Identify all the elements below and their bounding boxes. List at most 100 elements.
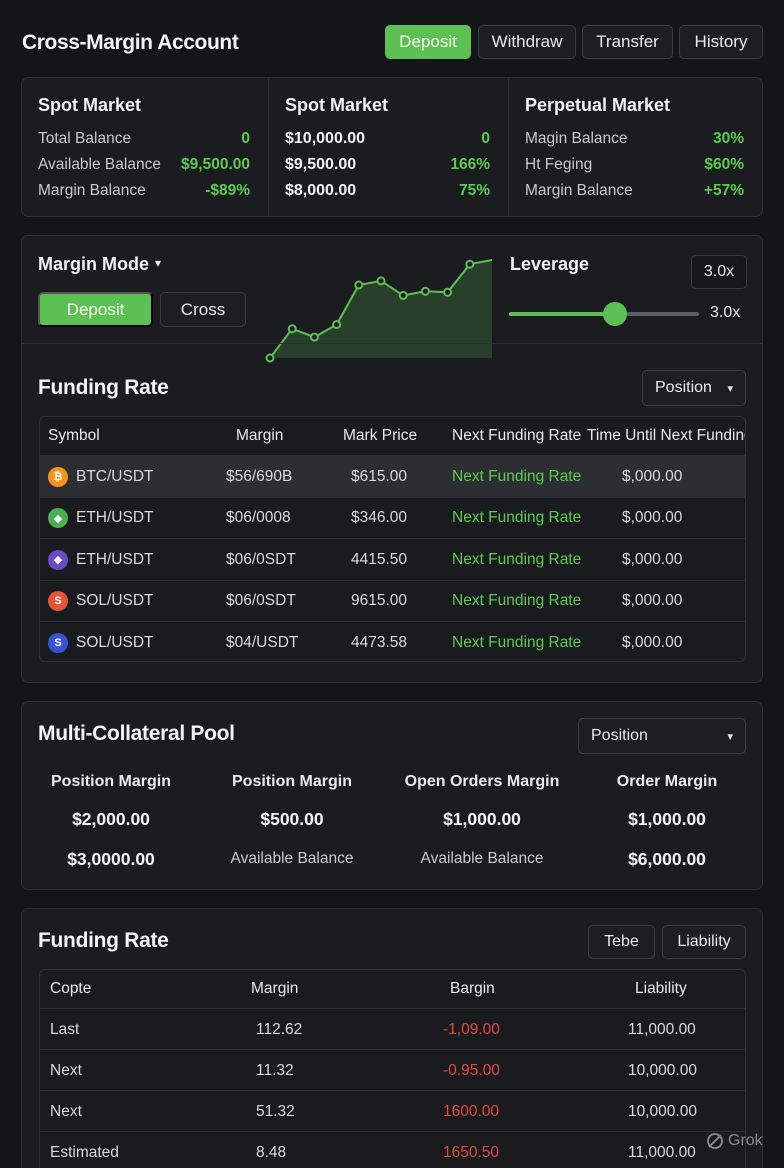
margin-cell: 112.62 (256, 1020, 303, 1038)
row-value: 30% (712, 130, 744, 147)
table-row[interactable]: ◆ ETH/USDT $06/0SDT 4415.50 Next Funding Rat… (40, 538, 745, 580)
row-value: $9,500.00 (181, 156, 250, 173)
grok-watermark: Grok (706, 1132, 763, 1150)
perpetual-market-column: Perpetual Market Magin Balance 30% Ht Feg… (508, 78, 762, 216)
pool-title: Multi-Collateral Pool (38, 722, 235, 745)
header-time-until-next-funding[interactable]: Time Until Next Funding (587, 417, 745, 455)
symbol-cell: ◆ ETH/USDT (48, 539, 154, 580)
leverage-value: 3.0x (710, 304, 741, 321)
pool-metric-label: Order Margin (616, 773, 718, 790)
transfer-button[interactable]: Transfer (582, 25, 673, 59)
table-header: Copte Margin Bargin Liability (40, 970, 745, 1008)
copte-cell: Estimated (50, 1143, 119, 1161)
row-label: Margin Balance (525, 182, 633, 199)
margin-mode-dropdown[interactable]: Margin Mode (38, 254, 149, 275)
liability-button[interactable]: Liability (662, 925, 746, 959)
time-until-funding-cell: $,000.00 (622, 550, 683, 568)
symbol-cell: S SOL/USDT (48, 581, 154, 622)
leverage-slider-fill (509, 312, 616, 316)
pool-metric-label: Position Margin (51, 773, 171, 790)
table-row[interactable]: ₿ BTC/USDT $56/690B $615.00 Next Funding Rat… (40, 455, 745, 497)
margin-deposit-button[interactable]: Deposit (38, 292, 153, 327)
column-title: Spot Market (38, 95, 142, 115)
pool-metric-sub: Available Balance (230, 850, 354, 867)
table-row[interactable]: S SOL/USDT $06/0SDT 9615.00 Next Funding Rat… (40, 579, 745, 622)
leverage-input[interactable]: 3.0x (691, 255, 747, 289)
leverage-slider-thumb[interactable] (603, 302, 628, 326)
ethereum-icon: ◆ (48, 549, 68, 570)
sparkline-point (376, 276, 386, 286)
margin-cell: $06/0SDT (226, 592, 296, 609)
sparkline-point (332, 320, 342, 330)
mark-price-cell: 9615.00 (351, 592, 408, 609)
symbol-text: ETH/USDT (76, 509, 154, 526)
liability-table: Copte Margin Bargin Liability Last 112.62… (39, 969, 746, 1168)
header-liability[interactable]: Liability (635, 970, 687, 1008)
next-funding-rate-cell: Next Funding Rate (452, 550, 582, 568)
sparkline-point (265, 353, 275, 363)
spot-market-column: Spot Market $10,000.00 0 $9,500.00 166% $8… (268, 78, 508, 216)
header-bargin[interactable]: Bargin (450, 970, 495, 1008)
multi-collateral-pool-card: Multi-Collateral Pool Position ▾ Positio… (21, 701, 763, 890)
margin-sparkline (265, 259, 493, 363)
pool-position-dropdown[interactable]: Position ▾ (578, 718, 746, 754)
liability-cell: 11,000.00 (628, 1020, 696, 1038)
funding-liability-card: Funding Rate Tebe Liability Copte Margin… (21, 908, 763, 1168)
symbol-cell: ◆ ETH/USDT (48, 498, 154, 539)
next-funding-rate-cell: Next Funding Rate (452, 509, 582, 526)
position-dropdown[interactable]: Position ▾ (642, 370, 746, 406)
symbol-text: BTC/USDT (76, 467, 154, 485)
divider (22, 343, 762, 344)
history-button[interactable]: History (679, 25, 763, 59)
pool-metric-sub: $6,000.00 (628, 849, 706, 869)
table-row[interactable]: Estimated 8.48 1650.50 11,000.00 (40, 1131, 745, 1168)
header-margin[interactable]: Margin (236, 417, 283, 455)
copte-cell: Next (50, 1061, 82, 1079)
sparkline-point (465, 259, 475, 269)
header-mark-price[interactable]: Mark Price (343, 417, 417, 455)
pool-metric-value: $1,000.00 (443, 809, 521, 829)
header-copte[interactable]: Copte (50, 970, 91, 1008)
header-next-funding-rate[interactable]: Next Funding Rate (452, 417, 581, 455)
row-label: Total Balance (38, 130, 132, 147)
pool-metric-label: Position Margin (232, 773, 352, 790)
table-row[interactable]: S SOL/USDT $04/USDT 4473.58 Next Funding Rat… (40, 621, 745, 661)
deposit-button[interactable]: Deposit (385, 25, 471, 59)
sparkline-point (354, 280, 364, 290)
margin-cell: $04/USDT (226, 633, 299, 651)
row-label: Available Balance (38, 156, 161, 173)
header-margin[interactable]: Margin (251, 970, 298, 1008)
margin-funding-card: Margin Mode ▾ Deposit Cross Leverage 3.0… (21, 235, 763, 683)
ethereum-icon: ◆ (48, 508, 68, 528)
header-symbol[interactable]: Symbol (48, 417, 100, 455)
time-until-funding-cell: $,000.00 (622, 509, 683, 526)
cross-margin-button[interactable]: Cross (160, 292, 246, 327)
table-row[interactable]: Last 112.62 -1,09.00 11,000.00 (40, 1008, 745, 1050)
leverage-slider[interactable] (509, 302, 699, 326)
dropdown-label: Position (591, 727, 648, 744)
funding-rate-title: Funding Rate (38, 929, 169, 952)
symbol-cell: ₿ BTC/USDT (48, 456, 154, 497)
time-until-funding-cell: $,000.00 (622, 467, 683, 485)
table-header: Symbol Margin Mark Price Next Funding Ra… (40, 417, 745, 455)
row-label: $8,000.00 (285, 182, 357, 199)
solana-icon: S (48, 632, 68, 653)
bargin-cell: -1,09.00 (443, 1020, 500, 1038)
tebe-button[interactable]: Tebe (588, 925, 655, 959)
row-value: $60% (704, 156, 744, 173)
row-label: $10,000.00 (285, 130, 366, 147)
table-row[interactable]: ◆ ETH/USDT $06/0008 $346.00 Next Funding Rat… (40, 496, 745, 539)
withdraw-button[interactable]: Withdraw (478, 25, 576, 59)
liability-cell: 11,000.00 (628, 1143, 696, 1161)
bargin-cell: -0.95.00 (443, 1061, 500, 1079)
chevron-down-icon[interactable]: ▾ (155, 256, 161, 270)
balance-row: Available Balance $9,500.00 (38, 153, 250, 177)
row-value: +57% (703, 182, 744, 199)
pool-metric-label: Open Orders Margin (404, 773, 560, 790)
table-row[interactable]: Next 51.32 1600.00 10,000.00 (40, 1090, 745, 1132)
table-row[interactable]: Next 11.32 -0.95.00 10,000.00 (40, 1049, 745, 1091)
row-value: 0 (241, 130, 250, 147)
margin-cell: 51.32 (256, 1102, 295, 1120)
sparkline-point (443, 287, 453, 297)
row-value: 0 (481, 130, 490, 147)
